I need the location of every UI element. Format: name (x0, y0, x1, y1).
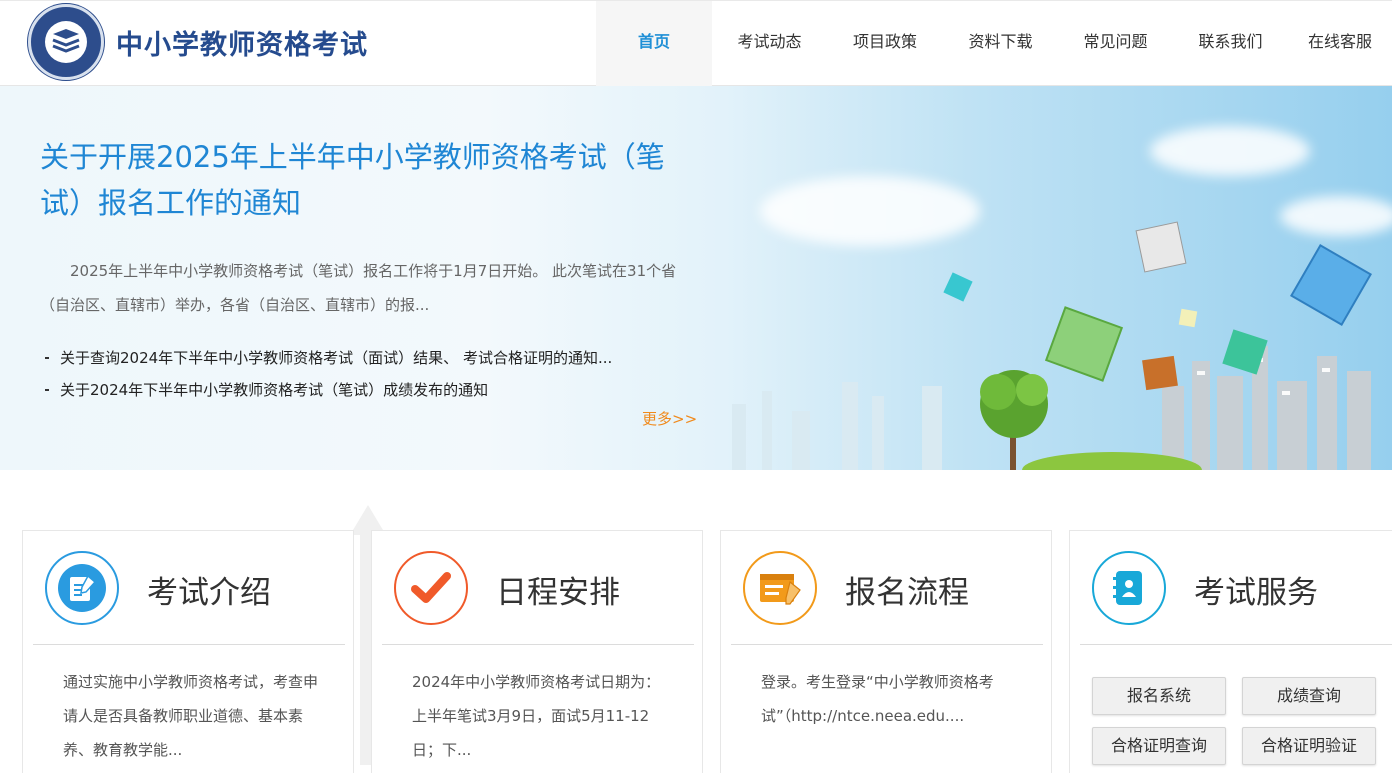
feature-cards: 考试介绍 通过实施中小学教师资格考试，考查申请人是否具备教师职业道德、基本素养、… (22, 530, 1392, 773)
headline-summary: 2025年上半年中小学教师资格考试（笔试）报名工作将于1月7日开始。 此次笔试在… (40, 262, 677, 314)
card-exam-intro[interactable]: 考试介绍 通过实施中小学教师资格考试，考查申请人是否具备教师职业道德、基本素养、… (22, 530, 354, 773)
banner-illustration (732, 221, 1372, 470)
form-edit-icon (760, 574, 801, 605)
card-text: 通过实施中小学教师资格考试，考查申请人是否具备教师职业道德、基本素养、教育教学能… (63, 673, 319, 759)
registration-system-button[interactable]: 报名系统 (1092, 677, 1226, 715)
news-item[interactable]: 关于查询2024年下半年中小学教师资格考试（面试）结果、 考试合格证明的通知..… (40, 342, 700, 374)
card-registration-process[interactable]: 报名流程 登录。考生登录“中小学教师资格考试”（http://ntce.neea… (720, 530, 1052, 773)
certificate-verify-button[interactable]: 合格证明验证 (1242, 727, 1376, 765)
nav-item-contact[interactable]: 联系我们 (1173, 1, 1288, 86)
document-edit-icon (70, 574, 97, 601)
hero-banner: 关于开展2025年上半年中小学教师资格考试（笔试）报名工作的通知 2025年上半… (0, 86, 1392, 470)
card-exam-services: 考试服务 报名系统 成绩查询 合格证明查询 合格证明验证 (1069, 530, 1392, 773)
nav-item-downloads[interactable]: 资料下载 (943, 1, 1058, 86)
card-schedule[interactable]: 日程安排 2024年中小学教师资格考试日期为：上半年笔试3月9日，面试5月11-… (371, 530, 703, 773)
contact-book-icon (1113, 571, 1142, 605)
card-text: 登录。考生登录“中小学教师资格考试”（http://ntce.neea.edu.… (761, 673, 994, 725)
card-title: 报名流程 (845, 575, 969, 611)
more-link[interactable]: 更多>> (642, 408, 697, 429)
checkmark-icon (411, 572, 451, 603)
card-title: 考试介绍 (147, 575, 271, 611)
site-header: 中小学教师资格考试 首页 考试动态 项目政策 资料下载 常见问题 联系我们 在线… (0, 0, 1392, 86)
nav-item-home[interactable]: 首页 (596, 1, 712, 86)
book-stack-emblem-icon (52, 29, 80, 53)
headline-link[interactable]: 关于开展2025年上半年中小学教师资格考试（笔试）报名工作的通知 (40, 134, 700, 226)
score-query-button[interactable]: 成绩查询 (1242, 677, 1376, 715)
news-list: 关于查询2024年下半年中小学教师资格考试（面试）结果、 考试合格证明的通知..… (40, 342, 700, 406)
logo-area[interactable]: 中小学教师资格考试 (28, 4, 368, 80)
card-text: 2024年中小学教师资格考试日期为：上半年笔试3月9日，面试5月11-12日；下… (412, 673, 661, 759)
logo-emblem (28, 4, 104, 80)
nav-item-online-service[interactable]: 在线客服 (1288, 1, 1392, 86)
nav-item-exam-news[interactable]: 考试动态 (712, 1, 827, 86)
news-item[interactable]: 关于2024年下半年中小学教师资格考试（笔试）成绩发布的通知 (40, 374, 700, 406)
card-title: 日程安排 (496, 575, 620, 611)
main-nav: 首页 考试动态 项目政策 资料下载 常见问题 联系我们 在线客服 (596, 1, 1392, 86)
site-title: 中小学教师资格考试 (116, 29, 368, 61)
card-title: 考试服务 (1194, 575, 1318, 611)
nav-item-faq[interactable]: 常见问题 (1058, 1, 1173, 86)
nav-item-policy[interactable]: 项目政策 (827, 1, 943, 86)
certificate-query-button[interactable]: 合格证明查询 (1092, 727, 1226, 765)
